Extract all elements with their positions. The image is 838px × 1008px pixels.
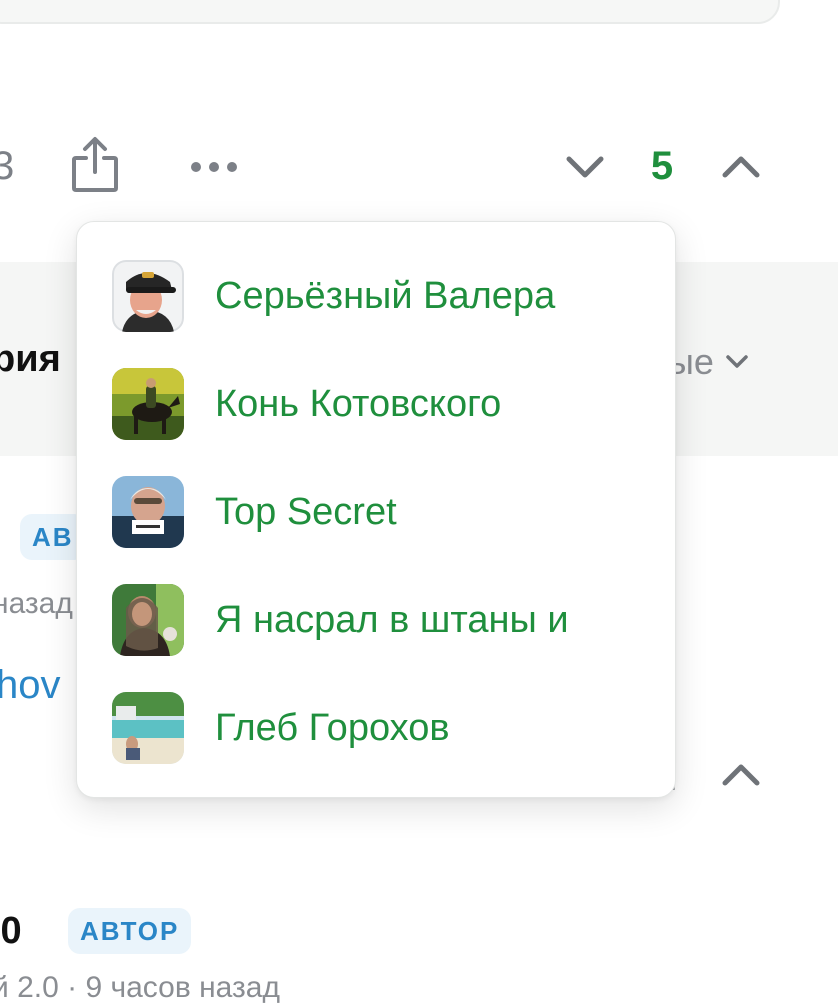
voter-name: Top Secret	[215, 491, 397, 533]
share-button[interactable]	[68, 134, 122, 198]
post-score: 5	[650, 144, 674, 188]
avatar	[112, 368, 184, 440]
chevron-down-icon	[566, 156, 604, 178]
comment-meta: й 2.0 · 9 часов назад	[0, 971, 280, 1004]
share-icon	[72, 137, 118, 192]
avatar	[112, 260, 184, 332]
vote-down-button[interactable]	[560, 145, 610, 189]
voter-item[interactable]: Top Secret	[77, 458, 677, 566]
avatar	[112, 584, 184, 656]
author-badge: АВТОР	[68, 908, 192, 954]
chevron-down-icon	[726, 355, 748, 368]
voter-item[interactable]: Я насрал в штаны и	[77, 566, 677, 674]
post-card-bottom-edge	[0, 0, 780, 24]
comment-vote-up-button[interactable]	[716, 753, 766, 797]
voter-item[interactable]: Серьёзный Валера	[77, 242, 677, 350]
avatar	[112, 476, 184, 548]
comments-title: рия	[0, 338, 61, 380]
voters-popover: Серьёзный Валера Конь Котовского Top Sec…	[76, 221, 676, 798]
chevron-up-icon	[722, 764, 760, 786]
more-options-button[interactable]	[184, 150, 244, 184]
comments-sort-select[interactable]: ые	[668, 340, 750, 384]
ellipsis-icon	[191, 162, 237, 172]
voter-name: Конь Котовского	[215, 383, 502, 425]
vote-up-button[interactable]	[716, 145, 766, 189]
voter-item[interactable]: Конь Котовского	[77, 350, 677, 458]
voter-name: Я насрал в штаны и	[215, 599, 569, 641]
voter-name: Серьёзный Валера	[215, 275, 556, 317]
voter-name: Глеб Горохов	[215, 707, 450, 749]
chevron-up-icon	[722, 156, 760, 178]
comment-time: назад	[0, 587, 73, 620]
comment-author[interactable]: .0	[0, 906, 22, 956]
comment-count-fragment: 3	[0, 144, 15, 188]
voter-item[interactable]: Глеб Горохов	[77, 674, 677, 782]
avatar	[112, 692, 184, 764]
comment-link[interactable]: hov	[0, 660, 61, 710]
